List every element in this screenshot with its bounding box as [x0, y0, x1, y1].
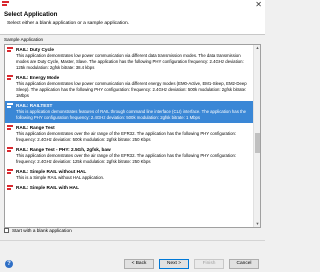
application-title: RAIL: RAILTEST	[7, 102, 251, 109]
application-list-item[interactable]: RAIL: Range Test This application demonst…	[5, 123, 253, 145]
application-title: RAIL: Range Test	[7, 124, 251, 131]
application-title-text: RAIL: Range Test	[16, 125, 55, 130]
application-title-text: RAIL: RAILTEST	[16, 103, 53, 108]
blank-application-checkbox[interactable]	[4, 228, 9, 233]
silabs-logo-icon	[7, 169, 13, 174]
silabs-logo-icon	[7, 103, 13, 108]
silabs-logo-icon	[7, 47, 13, 52]
silabs-logo-icon	[2, 1, 9, 7]
blank-application-label[interactable]: Start with a blank application	[12, 227, 72, 234]
application-title: RAIL: Duty Cycle	[7, 46, 251, 53]
application-description: This application demonstrates over the a…	[16, 153, 237, 164]
application-title: RAIL: Simple RAIL with HAL	[7, 184, 251, 191]
page-title: Select Application	[4, 11, 58, 18]
silabs-logo-icon	[7, 147, 13, 152]
cancel-button[interactable]: Cancel	[229, 259, 259, 269]
application-description: This is application demonstrates feature…	[16, 109, 247, 120]
title-bar: ✕	[0, 0, 265, 9]
application-list-item[interactable]: RAIL: Energy Mode This application demons…	[5, 73, 253, 101]
application-title-text: RAIL: Duty Cycle	[16, 47, 55, 52]
application-title-text: RAIL: Energy Mode	[16, 75, 60, 80]
application-description: This application demonstrates low power …	[16, 81, 247, 98]
help-icon[interactable]: ?	[5, 260, 13, 268]
application-title: RAIL: Simple RAIL without HAL	[7, 168, 251, 175]
application-list[interactable]: RAIL: Duty Cycle This application demonst…	[4, 44, 261, 228]
silabs-logo-icon	[7, 125, 13, 130]
application-description: This is a Simple RAIL without HAL applic…	[16, 175, 105, 180]
application-title-text: RAIL: Simple RAIL with HAL	[16, 185, 79, 190]
wizard-header: Select Application Select either a blank…	[0, 9, 265, 33]
vertical-scrollbar[interactable]: ▲ ▼	[253, 45, 260, 227]
finish-button[interactable]: Finish	[194, 259, 224, 269]
application-title: RAIL: Energy Mode	[7, 74, 251, 81]
scroll-up-arrow-icon[interactable]: ▲	[254, 45, 260, 51]
scrollbar-thumb[interactable]	[255, 133, 260, 153]
application-list-item[interactable]: RAIL: Duty Cycle This application demonst…	[5, 45, 253, 73]
application-list-item[interactable]: RAIL: RAILTEST This is application demons…	[5, 101, 253, 123]
application-list-items: RAIL: Duty Cycle This application demonst…	[5, 45, 253, 193]
scroll-down-arrow-icon[interactable]: ▼	[254, 221, 260, 227]
application-description: This application demonstrates low power …	[16, 53, 244, 70]
application-title-text: RAIL: Range Test - PHY: 2.5Gh, 2gfsk, ba…	[16, 147, 111, 152]
sample-application-group-label: Sample Application	[4, 37, 44, 42]
page-description: Select either a blank application or a s…	[7, 21, 130, 26]
silabs-logo-icon	[7, 75, 13, 80]
application-description: This application demonstrates over the a…	[16, 131, 237, 142]
application-title: RAIL: Range Test - PHY: 2.5Gh, 2gfsk, ba…	[7, 146, 251, 153]
wizard-content: Sample Application RAIL: Duty Cycle This …	[0, 35, 265, 240]
silabs-logo-icon	[7, 185, 13, 190]
select-application-dialog: ✕ Select Application Select either a bla…	[0, 0, 265, 272]
next-button[interactable]: Next >	[159, 259, 189, 269]
wizard-footer: ? < Back Next > Finish Cancel	[0, 240, 265, 272]
application-title-text: RAIL: Simple RAIL without HAL	[16, 169, 87, 174]
application-list-item[interactable]: RAIL: Simple RAIL with HAL	[5, 183, 253, 193]
application-list-item[interactable]: RAIL: Simple RAIL without HAL This is a S…	[5, 167, 253, 183]
close-icon[interactable]: ✕	[255, 0, 262, 9]
application-list-item[interactable]: RAIL: Range Test - PHY: 2.5Gh, 2gfsk, ba…	[5, 145, 253, 167]
back-button[interactable]: < Back	[124, 259, 154, 269]
